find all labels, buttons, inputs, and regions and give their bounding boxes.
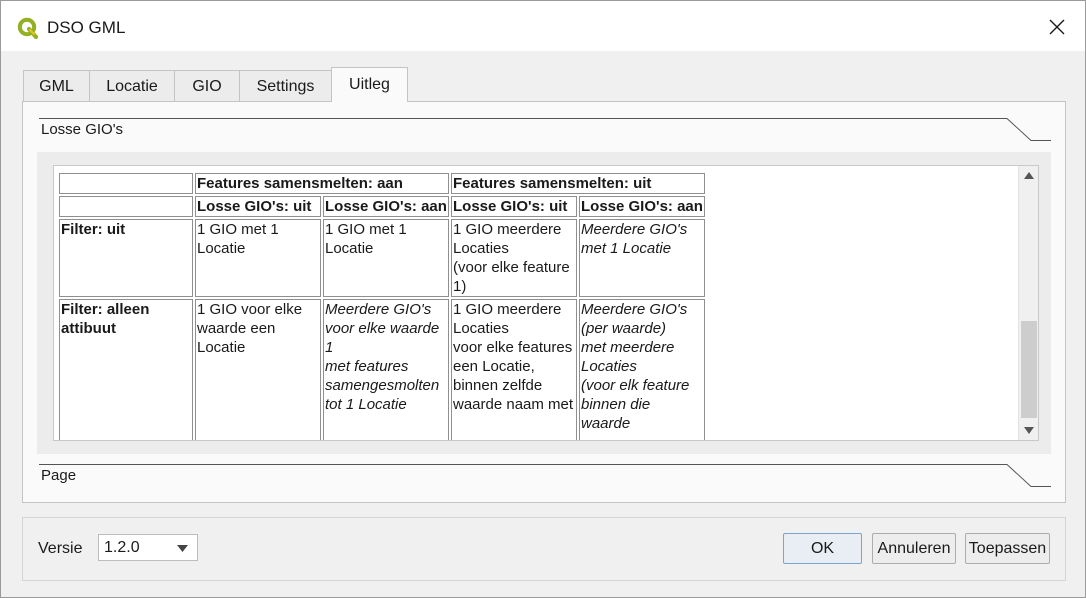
table-row-label-filter-attribuut: Filter: alleen attibuut [59, 299, 193, 440]
table-cell-text: voor elke features een Locatie, binnen z… [453, 339, 574, 413]
versie-label: Versie [38, 540, 83, 557]
table-cell-text: met features samengesmolten tot 1 Locati… [325, 358, 440, 413]
uitleg-panel: Losse GIO's Features samensmelten: aan F… [22, 101, 1066, 503]
group-title-page: Page [41, 467, 77, 484]
scrollbar-thumb[interactable] [1021, 321, 1037, 418]
group-header-losse-gios[interactable]: Losse GIO's [39, 118, 1051, 142]
table-cell-text: 1 GIO meerdere Locaties [453, 301, 562, 337]
dialog-window: DSO GML GML Locatie GIO Settings Uitleg … [0, 0, 1086, 598]
table-cell: 1 GIO met 1 Locatie [323, 219, 449, 297]
annuleren-button[interactable]: Annuleren [872, 533, 956, 564]
tab-settings[interactable]: Settings [239, 70, 332, 102]
table-cell: Meerdere GIO's voor elke waarde 1 met fe… [323, 299, 449, 440]
scroll-down-arrow-icon[interactable] [1024, 427, 1034, 434]
versie-combobox[interactable]: 1.2.0 [98, 534, 198, 561]
versie-combobox-value: 1.2.0 [104, 539, 140, 556]
table-header-samensmelten-aan: Features samensmelten: aan [195, 173, 449, 194]
table-header-losse-aan: Losse GIO's: aan [323, 196, 449, 217]
table-cell: 1 GIO met 1 Locatie [195, 219, 321, 297]
table-row: Filter: uit 1 GIO met 1 Locatie 1 GIO me… [59, 219, 705, 297]
vertical-scrollbar[interactable] [1018, 166, 1038, 440]
explanation-browser[interactable]: Features samensmelten: aan Features same… [53, 165, 1039, 441]
table-row-label-filter-uit: Filter: uit [59, 219, 193, 297]
tab-uitleg[interactable]: Uitleg [331, 67, 408, 102]
close-icon [1049, 19, 1065, 35]
ok-button[interactable]: OK [783, 533, 862, 564]
tab-locatie[interactable]: Locatie [89, 70, 175, 102]
table-cell-text: met meerdere Locaties [581, 339, 675, 375]
table-cell-text: Meerdere GIO's voor elke waarde 1 [325, 301, 440, 356]
explanation-table: Features samensmelten: aan Features same… [57, 171, 707, 440]
toepassen-button[interactable]: Toepassen [965, 533, 1050, 564]
tab-gml[interactable]: GML [23, 70, 90, 102]
table-row: Filter: alleen attibuut 1 GIO voor elke … [59, 299, 705, 440]
table-header-row: Features samensmelten: aan Features same… [59, 173, 705, 194]
tab-gio[interactable]: GIO [174, 70, 240, 102]
table-cell: Meerdere GIO's met 1 Locatie [579, 219, 705, 297]
dialog-footer: Versie 1.2.0 OK Annuleren Toepassen [22, 517, 1066, 581]
table-header-losse-aan-text: Losse GIO's: aan [581, 198, 703, 215]
table-cell-text: (voor elk feature binnen die waarde [581, 377, 690, 432]
table-cell-text: (per waarde) [581, 320, 667, 337]
group-header-frame [39, 464, 1051, 487]
window-title: DSO GML [47, 18, 126, 37]
table-cell-text: Meerdere GIO's [581, 301, 688, 318]
close-button[interactable] [1037, 9, 1077, 45]
table-header-row: Losse GIO's: uit Losse GIO's: aan Losse … [59, 196, 705, 217]
group-header-page[interactable]: Page [39, 464, 1051, 488]
table-cell: 1 GIO meerdere Locaties (voor elke featu… [451, 219, 577, 297]
table-header-losse-uit: Losse GIO's: uit [451, 196, 577, 217]
table-cell-text: (voor elke feature 1) [453, 259, 570, 295]
chevron-down-icon [177, 545, 188, 552]
table-header-losse-aan-text: Losse GIO's: aan [325, 198, 447, 215]
scroll-up-arrow-icon[interactable] [1024, 172, 1034, 179]
table-cell-empty [59, 196, 193, 217]
table-cell: 1 GIO voor elke waarde een Locatie [195, 299, 321, 440]
qgis-logo-icon [17, 17, 39, 39]
table-header-losse-aan: Losse GIO's: aan [579, 196, 705, 217]
explanation-area: Features samensmelten: aan Features same… [37, 152, 1051, 454]
table-header-losse-uit-text: Losse GIO's: uit [197, 198, 312, 215]
table-cell-empty [59, 173, 193, 194]
group-header-frame [39, 118, 1051, 141]
table-cell: 1 GIO meerdere Locaties voor elke featur… [451, 299, 577, 440]
title-bar: DSO GML [1, 1, 1085, 51]
group-title-losse-gios: Losse GIO's [41, 121, 124, 138]
table-header-losse-uit-text: Losse GIO's: uit [453, 198, 568, 215]
table-cell: Meerdere GIO's (per waarde) met meerdere… [579, 299, 705, 440]
table-cell-text: 1 GIO meerdere Locaties [453, 221, 562, 257]
table-header-samensmelten-uit: Features samensmelten: uit [451, 173, 705, 194]
table-header-losse-uit: Losse GIO's: uit [195, 196, 321, 217]
